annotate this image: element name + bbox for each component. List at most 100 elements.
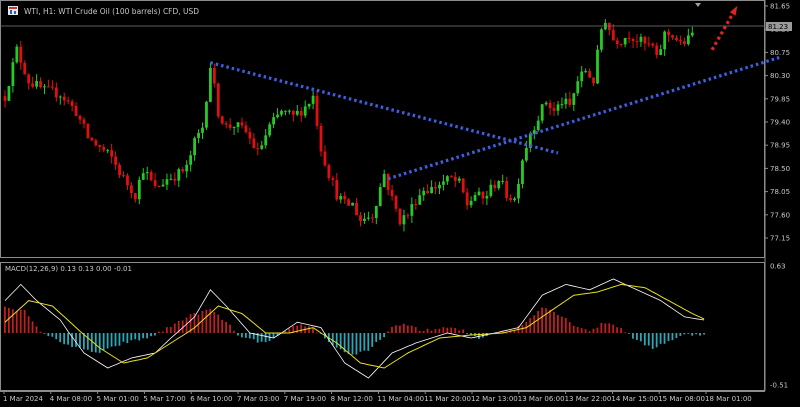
candle-body [311, 95, 315, 104]
candle-body [367, 217, 370, 219]
macd-histogram-bar [434, 329, 437, 333]
candle-body [70, 101, 74, 107]
trendline[interactable] [209, 61, 559, 155]
macd-title: MACD(12,26,9) 0.13 0.13 0.00 -0.01 [5, 265, 132, 273]
macd-histogram-bar [138, 333, 141, 341]
candle-body [130, 185, 133, 194]
macd-histogram-bar [67, 333, 69, 345]
candle-body [110, 150, 114, 157]
macd-histogram-bar [647, 333, 650, 346]
candle-body [141, 173, 145, 180]
candle-body [307, 103, 311, 107]
candle-body [205, 101, 208, 128]
macd-histogram-bar [470, 333, 472, 335]
macd-histogram-bar [43, 333, 46, 334]
candle-body [446, 176, 449, 182]
candle-body [655, 45, 659, 55]
macd-histogram-bar [201, 310, 204, 333]
time-tick-label: 1 Mar 2024 [3, 395, 43, 403]
candle-body [497, 181, 501, 189]
candle-body [228, 124, 232, 128]
candle-body [671, 35, 674, 38]
candle-body [331, 178, 335, 180]
macd-histogram-bar [703, 333, 705, 335]
macd-histogram-bar [71, 333, 73, 348]
macd-histogram-bar [667, 333, 670, 342]
candle-body [216, 83, 220, 117]
candle-body [264, 135, 268, 146]
macd-histogram-bar [19, 309, 22, 333]
candle-body [15, 46, 19, 63]
macd-histogram-bar [165, 327, 168, 333]
macd-histogram-bar [691, 333, 694, 336]
macd-histogram-bar [426, 328, 429, 333]
time-tick-label: 8 Mar 12:00 [331, 395, 373, 403]
candle-body [631, 38, 635, 42]
time-tick-label: 13 Mar 22:00 [565, 395, 612, 403]
candle-body [66, 100, 70, 102]
macd-histogram-bar [505, 332, 508, 334]
candle-body [592, 77, 595, 84]
macd-histogram-bar [264, 333, 267, 343]
candle-body [386, 173, 390, 190]
candle-body [544, 102, 548, 105]
candle-body [220, 116, 224, 124]
macd-histogram-bar [244, 333, 247, 338]
macd-histogram-bar [59, 333, 62, 343]
macd-histogram-bar [675, 333, 678, 339]
candle-body [363, 218, 366, 221]
candle-body [453, 176, 457, 181]
candle-body [145, 172, 149, 174]
macd-histogram-bar [118, 333, 121, 346]
trendline[interactable] [387, 56, 780, 181]
trading-chart[interactable]: 81.6581.2080.7580.3079.8579.4078.9578.50… [0, 0, 800, 407]
candle-body [39, 81, 42, 88]
candle-body [410, 204, 414, 216]
candle-body [7, 86, 11, 101]
macd-histogram-bar [537, 310, 540, 333]
candle-body [161, 184, 165, 187]
macd-histogram-bar [446, 327, 449, 333]
macd-histogram-bar [75, 333, 77, 347]
macd-histogram-bar [173, 323, 176, 333]
candle-body [394, 196, 398, 209]
macd-histogram-bar [359, 333, 362, 352]
candle-body [351, 202, 354, 206]
trendline-annotations[interactable] [209, 5, 780, 181]
chart-window-icon [8, 6, 18, 15]
candle-body [457, 178, 461, 181]
macd-histogram-bar [98, 333, 101, 353]
forecast-arrow[interactable] [710, 7, 738, 51]
macd-histogram-bar [576, 326, 579, 333]
candle-body [675, 37, 678, 41]
candle-body [477, 191, 481, 195]
macd-histogram-bar [406, 325, 409, 333]
time-tick-label: 11 Mar 04:00 [377, 395, 424, 403]
candle-body [639, 36, 643, 42]
macd-histogram-bar [86, 333, 89, 350]
candle-body [623, 38, 627, 45]
candle-body [513, 198, 516, 201]
candle-body [615, 40, 619, 45]
macd-histogram-bar [442, 327, 445, 333]
candle-body [185, 164, 189, 172]
macd-histogram-bar [237, 333, 239, 336]
price-tick-label: 78.05 [770, 188, 790, 196]
candle-body [149, 172, 153, 181]
time-tick-label: 11 Mar 20:00 [424, 395, 471, 403]
macd-histogram-bar [248, 333, 251, 339]
macd-histogram-bar [233, 330, 235, 333]
chart-shift-marker[interactable] [695, 3, 701, 7]
candle-body [339, 195, 343, 200]
macd-histogram-bar [636, 333, 638, 340]
macd-histogram-bar [114, 333, 117, 347]
macd-histogram-bar [150, 333, 152, 337]
candlestick-series [3, 19, 694, 232]
candle-body [181, 169, 185, 172]
macd-histogram-bar [27, 316, 30, 333]
macd-histogram-bar [568, 322, 571, 333]
macd-histogram-bar [616, 327, 619, 333]
candle-body [489, 184, 493, 196]
macd-histogram-bar [655, 333, 658, 348]
candle-body [659, 49, 663, 55]
